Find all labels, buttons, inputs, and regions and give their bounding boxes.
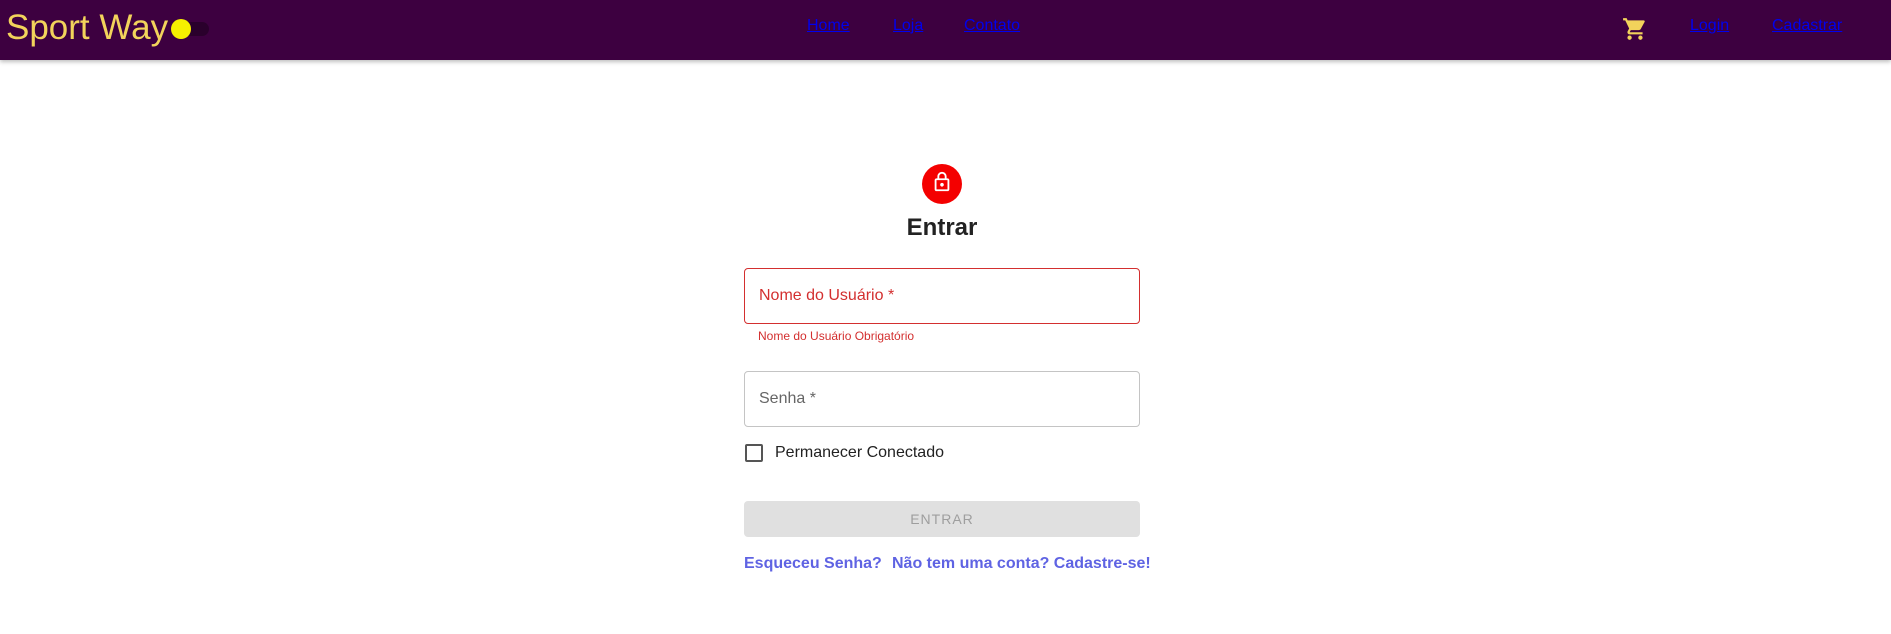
submit-button[interactable]: ENTRAR [744, 501, 1140, 537]
brand-logo[interactable]: Sport Way [6, 8, 168, 48]
register-link[interactable]: Cadastrar [1772, 17, 1842, 35]
nav-home[interactable]: Home [807, 17, 850, 35]
username-field [744, 268, 1140, 324]
app-bar: Sport Way Home Loja Contato Login Cadast… [0, 0, 1891, 60]
toggle-thumb [171, 19, 191, 39]
theme-toggle[interactable] [171, 17, 211, 41]
password-field [744, 371, 1140, 427]
forgot-password-link[interactable]: Esqueceu Senha? [744, 555, 882, 573]
signup-link[interactable]: Não tem uma conta? Cadastre-se! [892, 555, 1151, 573]
username-input[interactable] [745, 269, 1139, 323]
password-input[interactable] [745, 372, 1139, 426]
remember-checkbox[interactable] [745, 444, 763, 462]
login-link[interactable]: Login [1690, 17, 1729, 35]
remember-me[interactable]: Permanecer Conectado [744, 444, 944, 462]
lock-avatar [922, 164, 962, 204]
nav-contato[interactable]: Contato [964, 17, 1020, 35]
nav-loja[interactable]: Loja [893, 17, 923, 35]
lock-icon [931, 171, 953, 198]
remember-label: Permanecer Conectado [775, 444, 944, 461]
username-error-text: Nome do Usuário Obrigatório [758, 329, 915, 343]
page-title: Entrar [906, 214, 978, 241]
shopping-cart-icon[interactable] [1622, 16, 1648, 42]
